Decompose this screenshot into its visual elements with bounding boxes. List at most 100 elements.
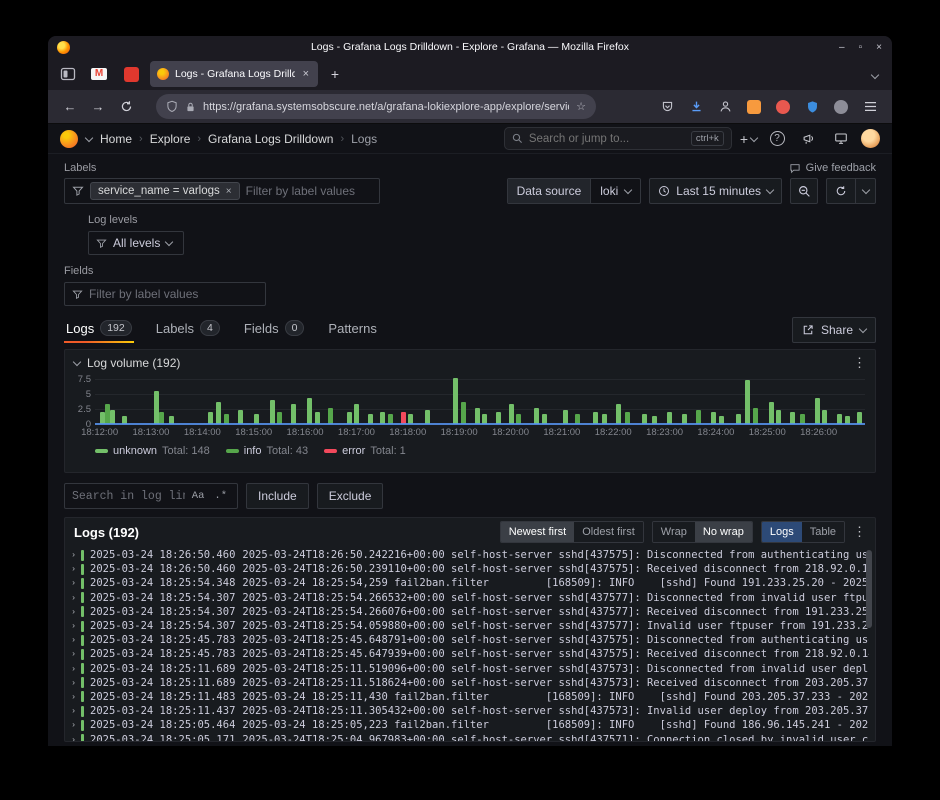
global-search[interactable]: ctrl+k [504, 127, 732, 150]
chevron-down-icon[interactable] [85, 133, 93, 141]
log-row[interactable]: ›2025-03-24 18:25:11.4832025-03-24 18:25… [71, 690, 869, 704]
label-filter-chip[interactable]: service_name = varlogs × [90, 182, 240, 200]
log-row[interactable]: ›2025-03-24 18:25:05.4642025-03-24 18:25… [71, 718, 869, 732]
case-sensitivity-toggle[interactable]: Aa [189, 489, 208, 503]
breadcrumb-item[interactable]: Home [100, 132, 132, 146]
log-row[interactable]: ›2025-03-24 18:25:45.7832025-03-24T18:25… [71, 633, 869, 647]
exclude-button[interactable]: Exclude [317, 483, 384, 509]
log-expand-chevron[interactable]: › [71, 735, 81, 741]
tab-labels[interactable]: Labels4 [154, 316, 222, 343]
wrap-button[interactable]: Wrap [653, 522, 695, 542]
label-filter-box[interactable]: service_name = varlogs × [64, 178, 380, 204]
extension-icon-gray[interactable] [829, 95, 853, 119]
panel-menu-icon[interactable]: ⋮ [853, 355, 866, 371]
time-range-picker[interactable]: Last 15 minutes [649, 178, 782, 204]
log-expand-chevron[interactable]: › [71, 692, 81, 702]
monitor-button[interactable] [829, 127, 853, 151]
log-expand-chevron[interactable]: › [71, 635, 81, 645]
pinned-tab-gmail[interactable]: M [86, 61, 112, 87]
tab-patterns[interactable]: Patterns [326, 316, 378, 343]
log-line-search-box[interactable]: Aa .* [64, 483, 238, 509]
pocket-icon[interactable] [655, 95, 679, 119]
tab-fields[interactable]: Fields0 [242, 316, 307, 343]
log-row[interactable]: ›2025-03-24 18:25:54.3072025-03-24T18:25… [71, 619, 869, 633]
tracking-protection-shield-icon[interactable] [166, 100, 178, 113]
list-all-tabs-button[interactable] [872, 65, 884, 83]
fields-filter-box[interactable] [64, 282, 266, 306]
refresh-button[interactable] [826, 178, 856, 204]
window-close-button[interactable]: × [876, 42, 882, 53]
log-row[interactable]: ›2025-03-24 18:25:11.6892025-03-24T18:25… [71, 676, 869, 690]
log-expand-chevron[interactable]: › [71, 607, 81, 617]
create-new-button[interactable]: + [740, 131, 757, 147]
regex-toggle[interactable]: .* [211, 489, 230, 503]
grafana-logo[interactable] [60, 130, 78, 148]
window-maximize-button[interactable]: ▫ [859, 42, 863, 53]
fields-filter-input[interactable] [89, 287, 258, 301]
log-row[interactable]: ›2025-03-24 18:25:05.1712025-03-24T18:25… [71, 732, 869, 741]
log-row[interactable]: ›2025-03-24 18:26:50.4602025-03-24T18:26… [71, 548, 869, 562]
bitwarden-icon[interactable] [800, 95, 824, 119]
menu-icon[interactable] [858, 95, 882, 119]
label-filter-input[interactable] [246, 184, 372, 198]
zoom-out-button[interactable] [790, 178, 818, 204]
breadcrumb-item[interactable]: Logs [351, 132, 377, 146]
breadcrumb-item[interactable]: Explore [150, 132, 191, 146]
newest-first-button[interactable]: Newest first [501, 522, 574, 542]
log-expand-chevron[interactable]: › [71, 678, 81, 688]
help-button[interactable]: ? [765, 127, 789, 151]
no-wrap-button[interactable]: No wrap [695, 522, 752, 542]
global-search-input[interactable] [529, 133, 685, 145]
refresh-interval-dropdown[interactable] [856, 178, 876, 204]
log-volume-plot[interactable] [95, 377, 865, 425]
log-expand-chevron[interactable]: › [71, 564, 81, 574]
table-view-button[interactable]: Table [802, 522, 844, 542]
url-text[interactable]: https://grafana.systemsobscure.net/a/gra… [203, 101, 569, 113]
download-icon[interactable] [684, 95, 708, 119]
log-row[interactable]: ›2025-03-24 18:25:54.3482025-03-24 18:25… [71, 576, 869, 590]
pinned-tab-red[interactable] [118, 61, 144, 87]
log-expand-chevron[interactable]: › [71, 720, 81, 730]
logs-view-button[interactable]: Logs [762, 522, 802, 542]
collapse-chevron-icon[interactable] [73, 357, 81, 365]
account-icon[interactable] [713, 95, 737, 119]
reload-button[interactable] [114, 95, 138, 119]
legend-item[interactable]: unknownTotal: 148 [95, 445, 210, 457]
log-expand-chevron[interactable]: › [71, 706, 81, 716]
share-button[interactable]: Share [792, 317, 876, 343]
chip-remove-icon[interactable]: × [226, 186, 232, 197]
datasource-picker[interactable]: Data source loki [507, 178, 642, 204]
user-avatar[interactable] [861, 129, 880, 148]
extension-icon-orange[interactable] [742, 95, 766, 119]
log-row[interactable]: ›2025-03-24 18:26:50.4602025-03-24T18:26… [71, 562, 869, 576]
window-titlebar[interactable]: Logs - Grafana Logs Drilldown - Explore … [48, 36, 892, 58]
bookmark-star-icon[interactable]: ☆ [576, 100, 586, 113]
log-expand-chevron[interactable]: › [71, 664, 81, 674]
extension-icon-red[interactable] [771, 95, 795, 119]
new-tab-button[interactable]: + [324, 63, 346, 85]
log-row[interactable]: ›2025-03-24 18:25:11.6892025-03-24T18:25… [71, 662, 869, 676]
log-row[interactable]: ›2025-03-24 18:25:54.3072025-03-24T18:25… [71, 605, 869, 619]
tab-logs[interactable]: Logs192 [64, 316, 134, 343]
log-row[interactable]: ›2025-03-24 18:25:11.4372025-03-24T18:25… [71, 704, 869, 718]
tab-close-icon[interactable]: × [301, 68, 311, 80]
give-feedback-link[interactable]: Give feedback [789, 162, 876, 174]
include-button[interactable]: Include [246, 483, 309, 509]
lock-icon[interactable] [185, 101, 196, 113]
window-minimize-button[interactable]: – [839, 42, 845, 53]
firefox-view-button[interactable] [56, 62, 80, 86]
log-levels-dropdown[interactable]: All levels [88, 231, 184, 255]
back-button[interactable]: ← [58, 95, 82, 119]
breadcrumb-item[interactable]: Grafana Logs Drilldown [208, 132, 333, 146]
url-bar[interactable]: https://grafana.systemsobscure.net/a/gra… [156, 94, 596, 119]
log-row[interactable]: ›2025-03-24 18:25:45.7832025-03-24T18:25… [71, 647, 869, 661]
log-expand-chevron[interactable]: › [71, 578, 81, 588]
datasource-value[interactable]: loki [590, 179, 640, 203]
logs-panel-menu-icon[interactable]: ⋮ [853, 524, 866, 540]
logs-scrollbar[interactable] [866, 550, 872, 628]
legend-item[interactable]: infoTotal: 43 [226, 445, 308, 457]
log-expand-chevron[interactable]: › [71, 593, 81, 603]
log-expand-chevron[interactable]: › [71, 550, 81, 560]
log-expand-chevron[interactable]: › [71, 649, 81, 659]
forward-button[interactable]: → [86, 95, 110, 119]
